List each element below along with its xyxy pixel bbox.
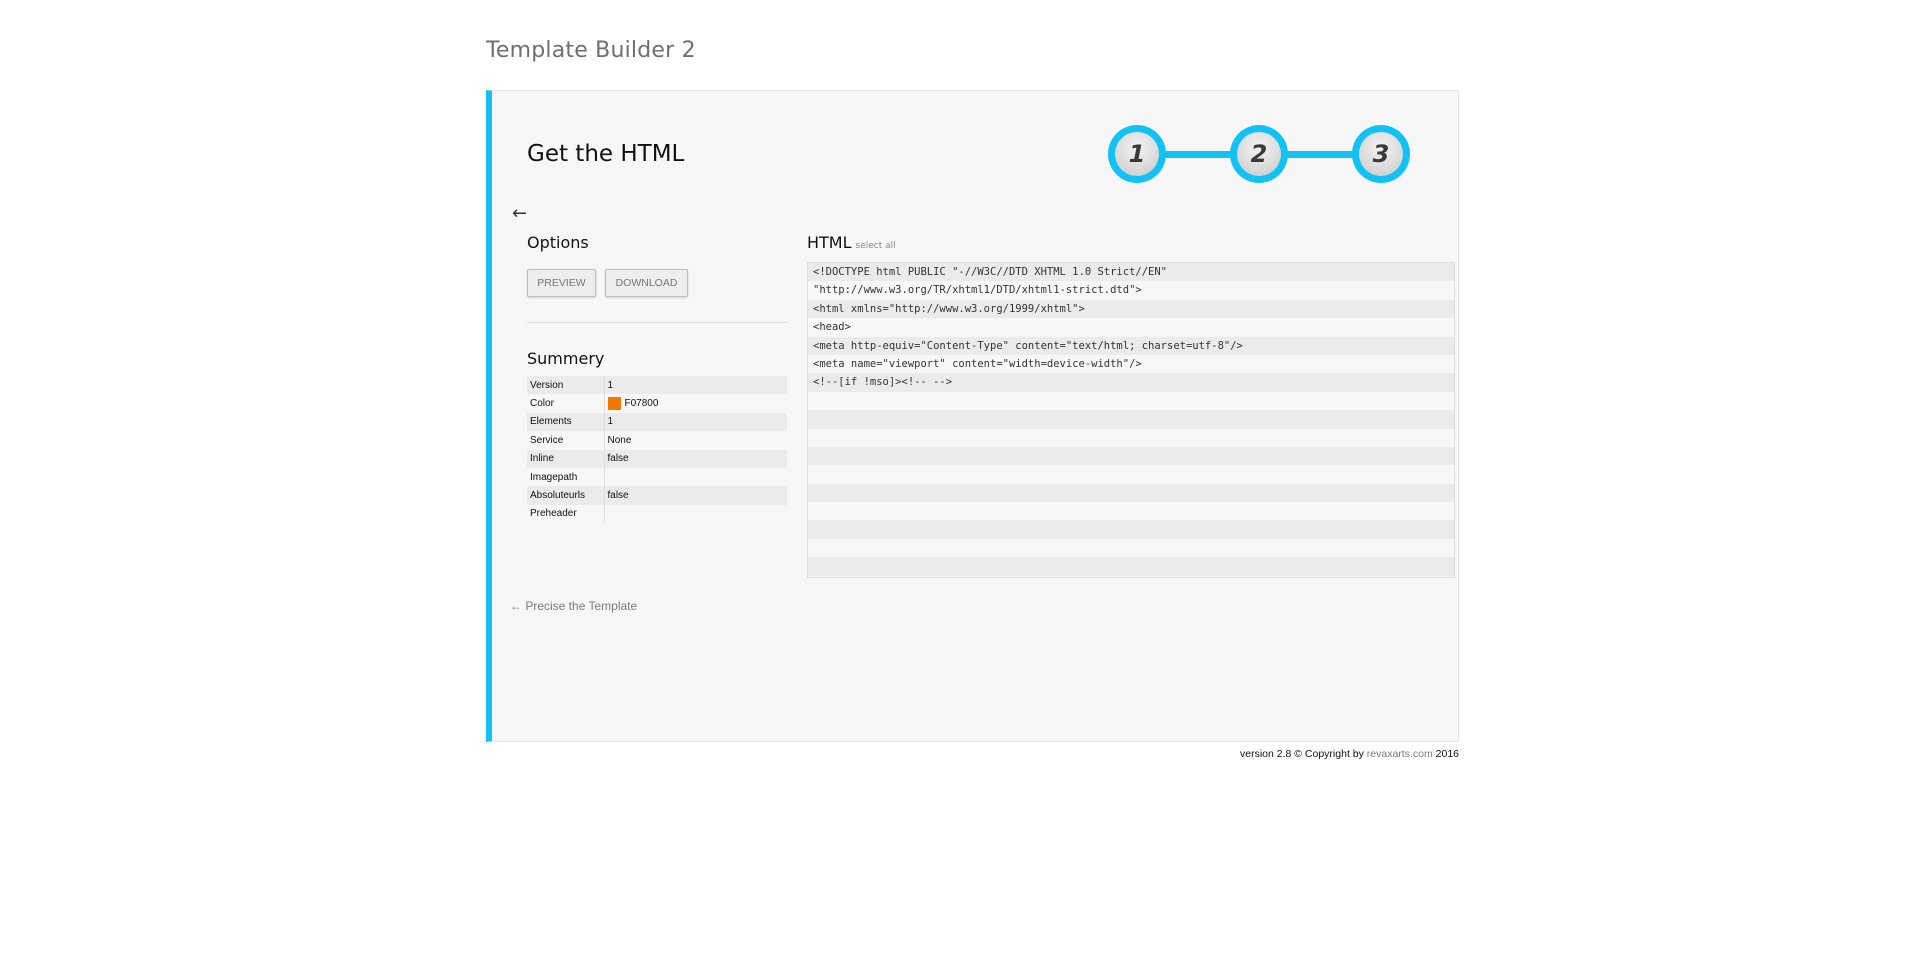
footer-link[interactable]: revaxarts.com xyxy=(1367,748,1433,760)
summary-key: Imagepath xyxy=(527,467,605,487)
step-2[interactable]: 2 xyxy=(1230,125,1288,183)
summary-key: Absoluteurls xyxy=(527,486,605,505)
summary-row: Inline false xyxy=(527,449,787,468)
html-heading-label: HTML xyxy=(807,233,852,252)
main-panel: Get the HTML 1 2 3 ← Options PREVIEW DOW… xyxy=(486,90,1459,742)
summary-row: Imagepath xyxy=(527,467,787,487)
options-divider xyxy=(527,322,787,323)
summary-value: None xyxy=(607,434,632,446)
page-title: Get the HTML xyxy=(527,141,685,167)
app-title: Template Builder 2 xyxy=(486,38,696,63)
step-2-number: 2 xyxy=(1237,132,1281,176)
code-line xyxy=(808,410,1454,429)
summary-row: Preheader xyxy=(527,504,787,524)
summary-row: Version 1 xyxy=(527,376,787,395)
step-1[interactable]: 1 xyxy=(1108,125,1166,183)
download-button[interactable]: DOWNLOAD xyxy=(605,269,688,297)
code-line: <meta name="viewport" content="width=dev… xyxy=(813,357,1142,370)
summary-heading: Summery xyxy=(527,349,605,368)
preview-button[interactable]: PREVIEW xyxy=(527,269,596,297)
summary-value xyxy=(604,468,787,486)
summary-table: Version 1 Color F07800 Elements 1 Servic… xyxy=(527,376,787,524)
options-heading: Options xyxy=(527,233,589,252)
summary-key: Inline xyxy=(527,449,605,468)
step-3[interactable]: 3 xyxy=(1352,125,1410,183)
code-line xyxy=(808,483,1454,503)
summary-key: Service xyxy=(527,431,605,450)
summary-row: Service None xyxy=(527,431,787,450)
summary-key: Color xyxy=(527,394,605,413)
step-3-number: 3 xyxy=(1359,132,1403,176)
summary-key: Version xyxy=(527,376,605,395)
code-line: "http://www.w3.org/TR/xhtml1/DTD/xhtml1-… xyxy=(813,284,1142,297)
precise-template-link[interactable]: ← Precise the Template xyxy=(510,599,637,613)
color-swatch xyxy=(607,397,621,411)
back-arrow-icon[interactable]: ← xyxy=(512,203,527,224)
code-line: <html xmlns="http://www.w3.org/1999/xhtm… xyxy=(808,299,1454,319)
html-code-textarea[interactable]: <!DOCTYPE html PUBLIC "-//W3C//DTD XHTML… xyxy=(807,262,1455,578)
code-line: <head> xyxy=(813,321,851,334)
summary-row: Elements 1 xyxy=(527,412,787,432)
summary-value: F07800 xyxy=(604,394,787,412)
summary-value: false xyxy=(604,486,787,505)
summary-value xyxy=(604,505,787,523)
summary-key: Preheader xyxy=(527,504,605,524)
summary-row: Absoluteurls false xyxy=(527,486,787,505)
select-all-link[interactable]: select all xyxy=(856,241,896,251)
summary-value: false xyxy=(604,449,787,468)
summary-value: 1 xyxy=(604,412,787,432)
footer: version 2.8 © Copyright by revaxarts.com… xyxy=(1240,748,1459,760)
code-line xyxy=(808,520,1454,539)
html-heading: HTML select all xyxy=(807,233,896,252)
code-line xyxy=(808,557,1454,576)
footer-text: version 2.8 © Copyright by xyxy=(1239,748,1367,760)
code-line: <!DOCTYPE html PUBLIC "-//W3C//DTD XHTML… xyxy=(808,263,1454,282)
code-line xyxy=(808,446,1454,466)
code-line: <meta http-equiv="Content-Type" content=… xyxy=(808,336,1454,355)
step-1-number: 1 xyxy=(1115,132,1159,176)
summary-key: Elements xyxy=(527,412,605,432)
footer-year: 2016 xyxy=(1432,748,1459,760)
step-indicator: 1 2 3 xyxy=(1108,125,1410,185)
code-line: <!--[if !mso]><!-- --> xyxy=(808,373,1454,392)
summary-value: 1 xyxy=(604,376,787,395)
color-value: F07800 xyxy=(624,398,659,410)
summary-row: Color F07800 xyxy=(527,394,787,413)
